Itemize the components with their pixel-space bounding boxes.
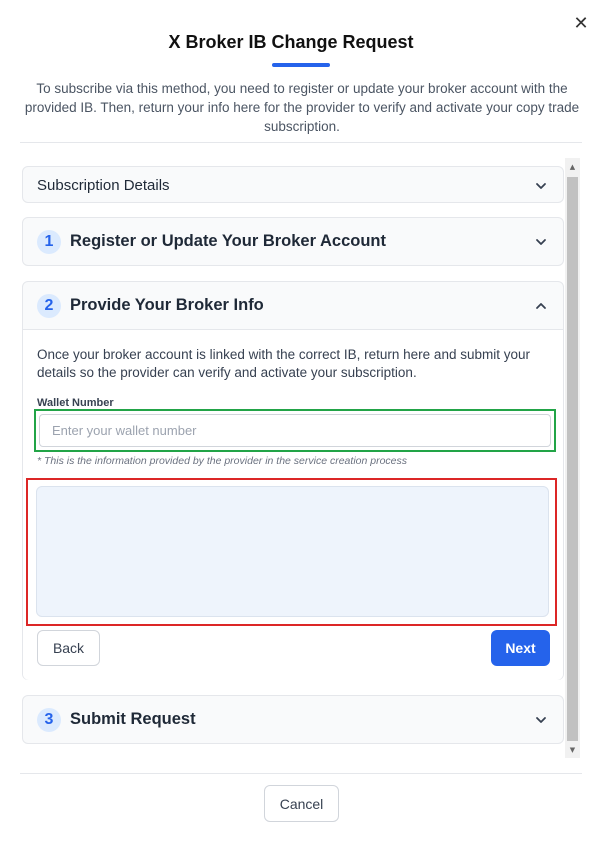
wallet-number-label: Wallet Number	[37, 397, 114, 409]
scroll-down-arrow-icon[interactable]: ▼	[565, 741, 580, 758]
info-box-highlight	[26, 478, 557, 626]
back-button[interactable]: Back	[37, 630, 100, 666]
chevron-down-icon	[536, 238, 546, 245]
accordion-header-step-1[interactable]: 1 Register or Update Your Broker Account	[23, 218, 563, 265]
accordion-title: Register or Update Your Broker Account	[70, 232, 387, 250]
step-number-badge: 2	[37, 293, 61, 318]
step-2-description: Once your broker account is linked with …	[37, 347, 530, 380]
wallet-input-highlight	[34, 409, 556, 452]
accordion-step-1: 1 Register or Update Your Broker Account	[22, 217, 564, 266]
accordion-header-step-2[interactable]: 2 Provide Your Broker Info	[23, 282, 563, 329]
steps-scroll-area[interactable]: Subscription Details 1 Register or Updat…	[20, 158, 566, 760]
scrollbar[interactable]: ▲ ▼	[565, 158, 580, 758]
chevron-down-icon	[536, 716, 546, 723]
wallet-hint-text: * This is the information provided by th…	[37, 455, 408, 467]
cancel-button[interactable]: Cancel	[264, 785, 339, 822]
scrollbar-thumb[interactable]	[567, 177, 578, 741]
accordion-header-subscription-details[interactable]: Subscription Details	[23, 167, 563, 204]
accordion-step-2: 2 Provide Your Broker Info Once your bro…	[22, 281, 564, 680]
ib-change-request-modal: ✕ X Broker IB Change Request To subscrib…	[0, 0, 606, 854]
accordion-subscription-details: Subscription Details	[22, 166, 564, 203]
chevron-down-icon	[536, 182, 546, 189]
chevron-up-icon	[536, 302, 546, 309]
accordion-step-3: 3 Submit Request	[22, 695, 564, 744]
footer-divider	[20, 773, 582, 774]
modal-intro-text: To subscribe via this method, you need t…	[24, 81, 580, 134]
next-button[interactable]: Next	[491, 630, 550, 666]
step-2-content: Once your broker account is linked with …	[23, 329, 563, 680]
step-number-badge: 3	[37, 707, 61, 732]
accordion-title: Subscription Details	[37, 177, 170, 194]
step-number-badge: 1	[37, 229, 61, 254]
accordion-header-step-3[interactable]: 3 Submit Request	[23, 696, 563, 743]
header-divider	[20, 142, 582, 143]
modal-title: X Broker IB Change Request	[168, 32, 414, 52]
scroll-up-arrow-icon[interactable]: ▲	[565, 158, 580, 175]
title-underline	[272, 63, 330, 67]
accordion-title: Provide Your Broker Info	[70, 296, 264, 314]
wallet-number-input[interactable]	[39, 414, 551, 447]
close-icon[interactable]: ✕	[572, 12, 590, 34]
accordion-title: Submit Request	[70, 710, 196, 728]
broker-info-box	[36, 486, 549, 617]
